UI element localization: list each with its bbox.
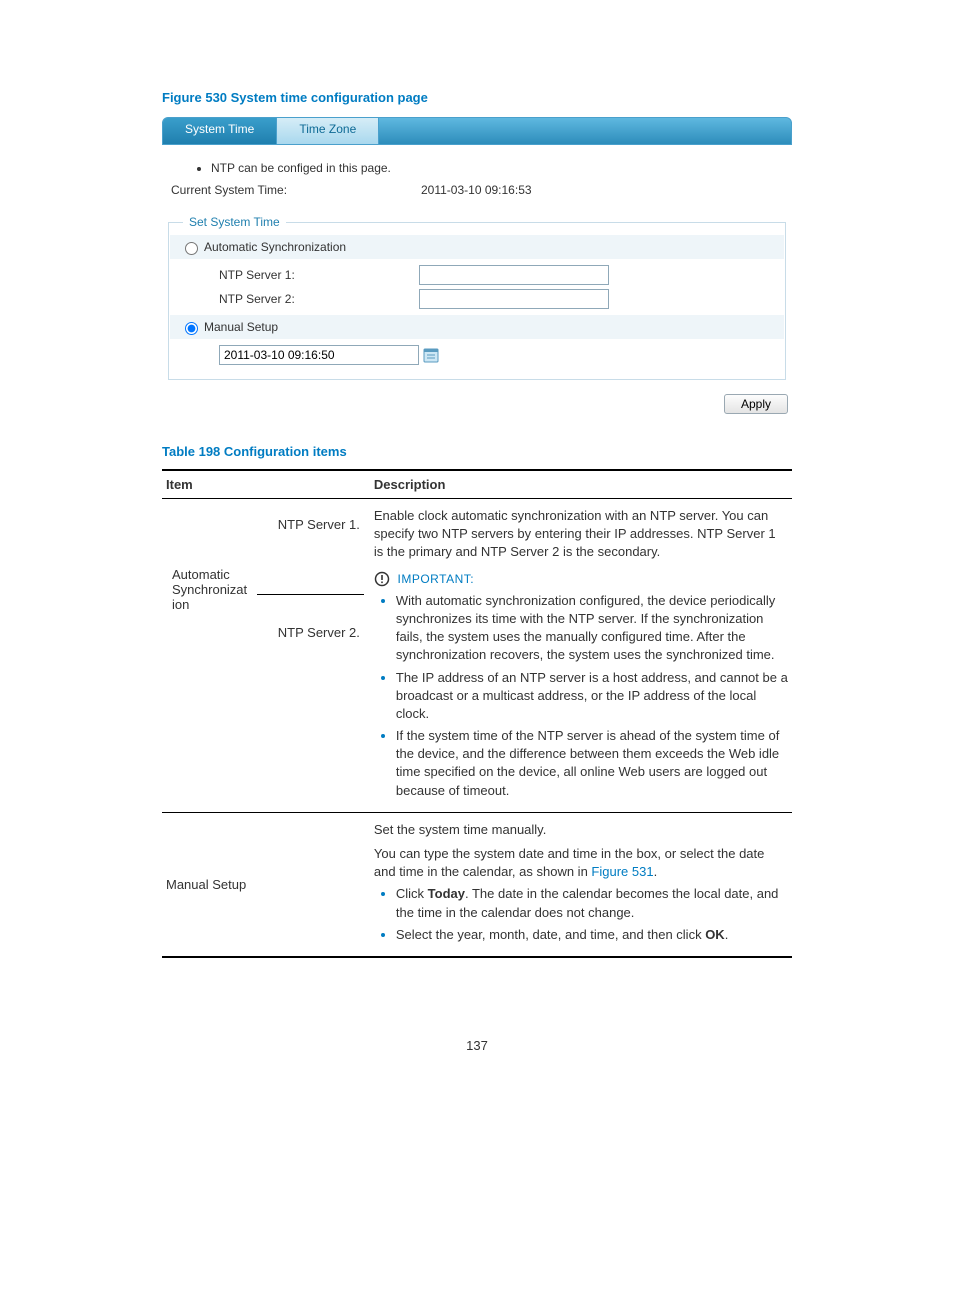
item-ntp1: NTP Server 1. — [257, 509, 364, 592]
item-ntp2: NTP Server 2. — [257, 594, 364, 670]
item-auto-sync: Automatic Synchronizat ion — [168, 509, 255, 670]
item-manual-setup: Manual Setup — [162, 812, 370, 957]
ntp-server-2-label: NTP Server 2: — [219, 292, 419, 306]
calendar-icon[interactable] — [423, 347, 439, 363]
tab-bar-spacer — [379, 118, 791, 144]
fieldset-legend: Set System Time — [183, 215, 286, 229]
set-system-time-fieldset: Set System Time Automatic Synchronizatio… — [168, 215, 786, 380]
ntp-server-1-input[interactable] — [419, 265, 609, 285]
manual-desc-1: Set the system time manually. — [374, 821, 788, 839]
tab-time-zone[interactable]: Time Zone — [277, 118, 379, 144]
tab-system-time[interactable]: System Time — [163, 118, 277, 144]
manual-bullet-2: Select the year, month, date, and time, … — [396, 926, 788, 944]
important-icon — [374, 571, 390, 587]
cell-auto-sync: Automatic Synchronizat ion NTP Server 1.… — [162, 499, 370, 813]
apply-button[interactable]: Apply — [724, 394, 788, 414]
manual-bullet-1: Click Today. The date in the calendar be… — [396, 885, 788, 921]
option-manual-setup-row: Manual Setup — [170, 315, 784, 339]
cell-manual-setup-desc: Set the system time manually. You can ty… — [370, 812, 792, 957]
important-label: IMPORTANT: — [398, 572, 475, 586]
radio-auto-sync[interactable] — [185, 242, 198, 255]
panel-note: NTP can be configed in this page. — [211, 161, 788, 175]
manual-desc-2: You can type the system date and time in… — [374, 845, 788, 881]
auto-sync-bullet-1: With automatic synchronization configure… — [396, 592, 788, 665]
manual-setup-label: Manual Setup — [204, 320, 278, 334]
current-time-label: Current System Time: — [166, 183, 421, 197]
configuration-items-table: Item Description Automatic Synchronizat … — [162, 469, 792, 958]
manual-datetime-input[interactable] — [219, 345, 419, 365]
cell-auto-sync-desc: Enable clock automatic synchronization w… — [370, 499, 792, 813]
figure-caption: Figure 530 System time configuration pag… — [162, 90, 792, 105]
desc-intro: Enable clock automatic synchronization w… — [374, 507, 788, 562]
th-item: Item — [162, 470, 370, 499]
panel-body: NTP can be configed in this page. Curren… — [162, 145, 792, 414]
page-number: 137 — [162, 1038, 792, 1053]
ntp-server-1-label: NTP Server 1: — [219, 268, 419, 282]
current-time-value: 2011-03-10 09:16:53 — [421, 183, 788, 197]
tab-bar: System Time Time Zone — [162, 117, 792, 145]
table-caption: Table 198 Configuration items — [162, 444, 792, 459]
ntp-server-2-input[interactable] — [419, 289, 609, 309]
th-description: Description — [370, 470, 792, 499]
auto-sync-bullet-3: If the system time of the NTP server is … — [396, 727, 788, 800]
option-auto-sync-row: Automatic Synchronization — [170, 235, 784, 259]
auto-sync-label: Automatic Synchronization — [204, 240, 346, 254]
radio-manual-setup[interactable] — [185, 322, 198, 335]
auto-sync-bullet-2: The IP address of an NTP server is a hos… — [396, 669, 788, 724]
link-figure-531[interactable]: Figure 531 — [591, 864, 653, 879]
